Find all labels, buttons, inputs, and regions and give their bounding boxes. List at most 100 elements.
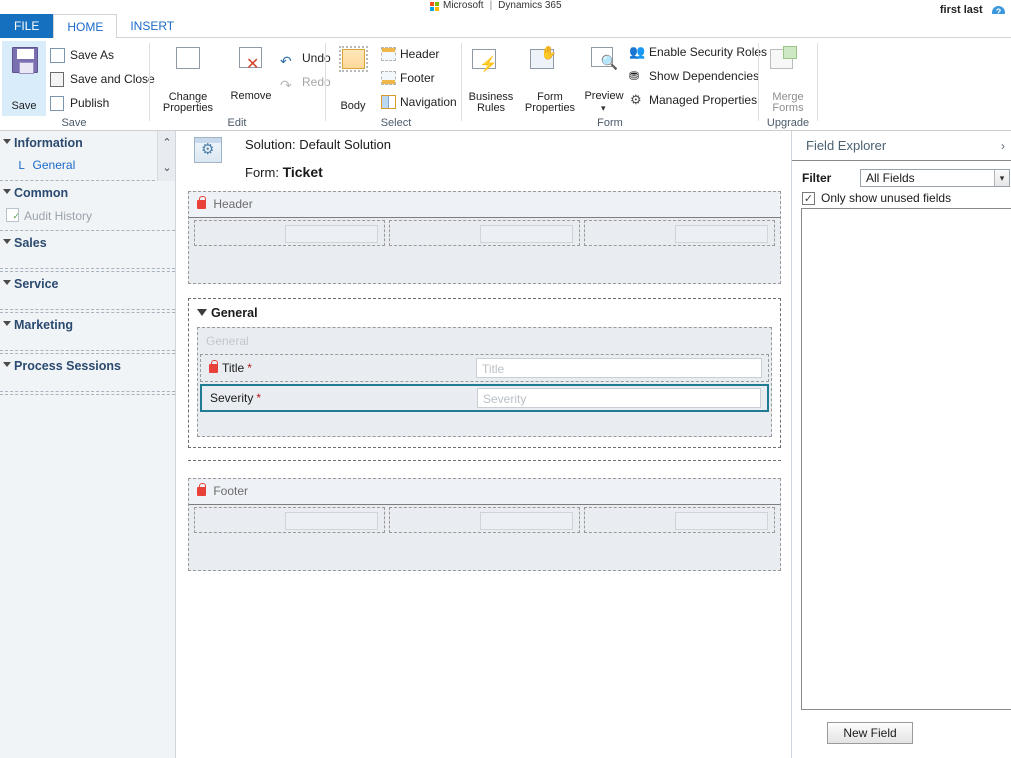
form-field-row-severity[interactable]: Severity * Severity [200,384,769,412]
field-placeholder [480,225,573,243]
group-divider [149,43,150,121]
sidebar-item-sales[interactable]: Sales [0,231,175,255]
change-properties-icon [176,47,200,69]
chevron-down-icon[interactable]: ▾ [601,103,606,114]
form-footer-section[interactable]: Footer [188,478,781,571]
only-unused-fields-checkbox[interactable]: ✓ [802,191,815,205]
form-header-cell[interactable] [584,220,775,246]
publish-button[interactable]: Publish [48,92,146,114]
filter-select[interactable]: All Fields ▾ [860,169,1010,187]
form-field-row-title[interactable]: Title * Title [200,354,769,382]
sidebar-item-information[interactable]: Information [0,131,175,155]
field-explorer-filter-row: Filter All Fields ▾ [792,161,1011,187]
form-tab-general-label: General [211,306,258,320]
form-field-severity-input[interactable]: Severity [477,388,761,408]
form-field-title-input[interactable]: Title [476,358,762,378]
ribbon-group-form-label: Form [597,117,623,129]
sidebar-item-audit-history[interactable]: Audit History [0,205,175,228]
collapse-triangle-icon [3,189,11,194]
save-button[interactable]: Save [2,41,46,116]
field-placeholder [675,225,768,243]
form-footer-section-label: Footer [213,484,249,498]
form-field-title-label: Title * [201,360,476,375]
nav-section-marketing: Marketing [0,313,175,354]
form-footer-cell[interactable] [194,507,385,533]
form-footer-cell[interactable] [389,507,580,533]
only-unused-fields-label: Only show unused fields [821,191,952,205]
audit-history-icon [6,208,20,224]
chevron-down-icon[interactable]: ⌄ [158,156,175,181]
lock-icon [209,360,218,373]
field-placeholder [480,512,573,530]
collapse-triangle-icon [3,321,11,326]
nav-empty-slot [0,337,175,351]
enable-security-roles-button[interactable]: 👥 Enable Security Roles [627,41,773,63]
only-unused-fields-checkbox-row[interactable]: ✓ Only show unused fields [792,187,1011,205]
body-button[interactable]: Body [331,41,375,116]
nav-section-common: Common Audit History [0,181,175,231]
microsoft-label: Microsoft [443,0,484,11]
filter-label: Filter [802,171,832,185]
chevron-right-icon[interactable]: › [1001,131,1005,161]
change-properties-button[interactable]: Change Properties [156,41,220,116]
ribbon-tabstrip: FILE HOME INSERT [0,14,1011,39]
field-explorer-list[interactable] [801,208,1011,710]
form-tab-gap [188,460,781,474]
ribbon-group-form: Business Rules Form Properties Preview ▾… [463,38,767,131]
form-section-general-padding [200,414,769,434]
gear-icon: ⚙ [630,92,642,107]
show-dependencies-button[interactable]: ⛃ Show Dependencies [627,65,773,87]
form-header-section-title: Header [189,192,780,218]
tab-insert[interactable]: INSERT [117,14,187,38]
sidebar-item-marketing[interactable]: Marketing [0,313,175,337]
chevron-up-icon[interactable]: ⌃ [158,131,175,156]
security-roles-icon: 👥 [629,44,646,59]
form-header-cell[interactable] [194,220,385,246]
sidebar-item-process-sessions[interactable]: Process Sessions [0,354,175,378]
navigation-button[interactable]: Navigation [378,91,462,113]
remove-button[interactable]: ✕ Remove [224,41,278,116]
nav-section-service: Service [0,272,175,313]
form-header-cell[interactable] [389,220,580,246]
form-prefix-label: Form: [245,165,283,180]
save-and-close-button[interactable]: Save and Close [48,68,155,90]
business-rules-button[interactable]: Business Rules [463,41,519,116]
chevron-down-icon[interactable]: ▾ [994,170,1009,186]
nav-section-sales: Sales [0,231,175,272]
form-title: Form: Ticket [245,164,323,180]
form-tab-general-header[interactable]: General [197,305,772,321]
nav-section-process-sessions: Process Sessions [0,354,175,395]
merge-forms-button[interactable]: Merge Forms [760,41,816,116]
tab-file[interactable]: FILE [0,14,54,38]
form-field-title-text: Title [222,361,245,375]
required-indicator: * [247,361,252,375]
form-footer-cell[interactable] [584,507,775,533]
nav-scrollbar[interactable]: ⌃ ⌄ [157,131,175,181]
enable-security-roles-label: Enable Security Roles [649,45,768,59]
sidebar-item-common[interactable]: Common [0,181,175,205]
sidebar-item-general[interactable]: L General [0,155,175,178]
sidebar-item-service[interactable]: Service [0,272,175,296]
footer-button[interactable]: Footer [378,67,462,89]
tab-home[interactable]: HOME [53,14,118,39]
new-field-button[interactable]: New Field [827,722,913,744]
group-divider [817,43,818,121]
save-as-button[interactable]: Save As [48,44,146,66]
undo-label: Undo [302,51,331,65]
form-tab-general[interactable]: General General Title * Title Severity * S… [188,298,781,448]
save-as-label: Save As [70,48,115,62]
form-section-general[interactable]: General Title * Title Severity * Severity [197,327,772,437]
form-navigation-pane: Information L General Common Audit Histo… [0,131,176,758]
managed-properties-button[interactable]: ⚙ Managed Properties [627,89,773,111]
collapse-triangle-icon [3,239,11,244]
header-button[interactable]: Header [378,43,462,65]
form-header-section[interactable]: Header [188,191,781,284]
required-indicator: * [256,391,262,405]
form-properties-button[interactable]: Form Properties [521,41,579,116]
body-label: Body [340,100,366,112]
ribbon: Save Save As Save and Close Publish Save… [0,38,1011,131]
form-footer-section-title: Footer [189,479,780,505]
navigation-label: Navigation [400,95,457,109]
preview-button[interactable]: Preview ▾ [582,41,626,116]
collapse-triangle-icon [3,139,11,144]
